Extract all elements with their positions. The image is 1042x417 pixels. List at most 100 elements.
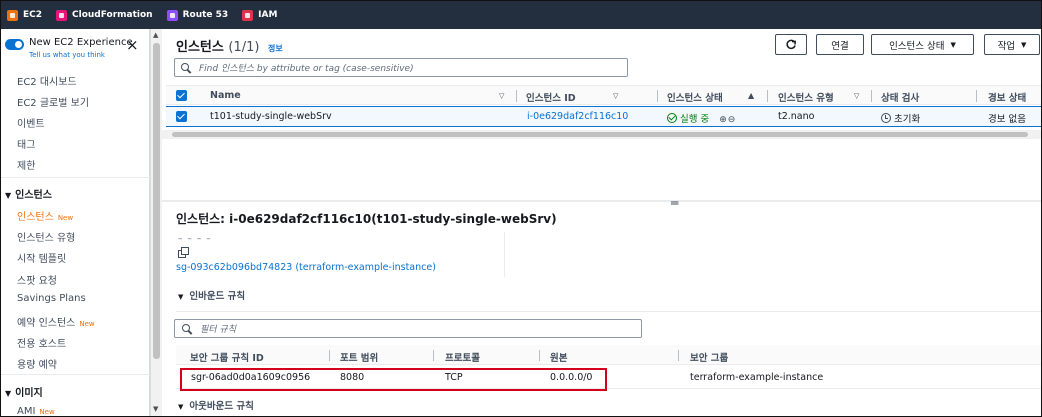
status-check-cell: 초기화 <box>881 111 920 125</box>
connect-label: 연결 <box>831 40 849 52</box>
sidebar-section-instances[interactable]: ▼ 인스턴스 <box>5 186 52 201</box>
sort-ascending-icon[interactable]: ▲ <box>748 91 754 100</box>
detail-title: 인스턴스: i-0e629daf2cf116c10(t101-study-sin… <box>176 212 557 226</box>
rules-filter-input[interactable]: 필터 규칙 <box>174 319 642 338</box>
sidebar-item-launch-templates[interactable]: 시작 템플릿 <box>17 250 66 265</box>
column-separator[interactable] <box>433 350 434 361</box>
instance-state-label: 인스턴스 상태 <box>889 40 945 52</box>
placeholder-dash: – – – – <box>178 234 212 244</box>
column-label: 경보 상태 <box>988 93 1027 104</box>
sidebar-item-instances[interactable]: 인스턴스 New <box>17 208 73 223</box>
iam-icon <box>242 9 254 21</box>
sort-icon[interactable]: ▽ <box>854 92 859 100</box>
item-label: AMI <box>17 406 36 417</box>
sidebar-item-savings-plans[interactable]: Savings Plans <box>17 293 86 304</box>
sidebar-item-global-view[interactable]: EC2 글로벌 보기 <box>17 94 89 109</box>
new-experience-title: New EC2 Experience <box>29 37 133 48</box>
column-port-range[interactable]: 포트 범위 <box>340 350 378 364</box>
scrollbar-thumb[interactable] <box>172 132 1028 137</box>
inbound-rules-header[interactable]: ▼ 인바운드 규칙 <box>178 288 245 302</box>
drag-handle-icon[interactable]: ═ <box>671 197 678 209</box>
row-checkbox[interactable] <box>176 111 187 122</box>
alarm-status-cell: 경보 없음 <box>988 114 1026 125</box>
sidebar-section-images[interactable]: ▼ 이미지 <box>5 384 43 399</box>
column-separator[interactable] <box>657 90 658 102</box>
sidebar-item-dashboard[interactable]: EC2 대시보드 <box>17 73 77 88</box>
favorite-label: CloudFormation <box>72 10 153 20</box>
column-protocol[interactable]: 프로토콜 <box>445 350 480 364</box>
new-badge: New <box>57 214 74 222</box>
scrollbar-thumb[interactable] <box>153 43 160 359</box>
column-rule-id[interactable]: 보안 그룹 규칙 ID <box>190 350 264 364</box>
table-horizontal-scrollbar[interactable] <box>162 130 1041 139</box>
column-separator[interactable] <box>539 350 540 361</box>
sidebar-divider <box>1 177 150 178</box>
check-circle-icon <box>667 113 677 123</box>
scroll-down-icon[interactable]: ▼ <box>153 405 158 413</box>
column-separator[interactable] <box>329 350 330 361</box>
sidebar-item-instance-types[interactable]: 인스턴스 유형 <box>17 229 75 244</box>
favorite-route53[interactable]: Route 53 <box>166 9 228 21</box>
sidebar-item-limits[interactable]: 제한 <box>17 157 35 172</box>
favorite-iam[interactable]: IAM <box>242 9 277 21</box>
zoom-in-icon[interactable]: ⊕ <box>719 115 727 125</box>
column-separator[interactable] <box>516 90 517 102</box>
sidebar-item-capacity-reservations[interactable]: 용량 예약 <box>17 356 57 371</box>
sort-icon[interactable]: ▽ <box>613 92 618 100</box>
column-separator[interactable] <box>871 90 872 102</box>
outbound-rules-header[interactable]: ▼ 아웃바운드 규칙 <box>178 398 254 412</box>
scroll-up-icon[interactable]: ▲ <box>153 31 158 39</box>
column-label: 인스턴스 ID <box>526 93 576 104</box>
sidebar-item-ami[interactable]: AMI New <box>17 406 55 417</box>
instance-type-cell: t2.nano <box>778 111 815 122</box>
feedback-link[interactable]: Tell us what you think <box>29 51 105 59</box>
highlight-annotation-box <box>180 368 607 391</box>
instance-count: (1/1) <box>228 40 260 55</box>
sidebar-item-dedicated-hosts[interactable]: 전용 호스트 <box>17 335 66 350</box>
column-separator[interactable] <box>767 90 768 102</box>
table-row[interactable]: t101-study-single-webSrv i-0e629daf2cf11… <box>166 106 1041 127</box>
close-icon[interactable]: × <box>126 38 139 53</box>
sort-icon[interactable]: ▽ <box>499 92 504 100</box>
page-title: 인스턴스 (1/1) 정보 <box>176 36 283 55</box>
column-separator[interactable] <box>976 90 977 102</box>
split-panel-divider[interactable] <box>162 200 1041 202</box>
select-all-checkbox[interactable] <box>176 90 187 101</box>
item-label: 예약 인스턴스 <box>17 318 76 329</box>
refresh-icon <box>786 39 797 49</box>
info-link[interactable]: 정보 <box>268 44 283 53</box>
sidebar-item-spot-requests[interactable]: 스팟 요청 <box>17 272 57 287</box>
column-instance-type[interactable]: 인스턴스 유형 <box>778 90 834 104</box>
filter-placeholder: 필터 규칙 <box>200 325 236 335</box>
section-label: 인스턴스 <box>15 190 52 201</box>
favorite-cloudformation[interactable]: CloudFormation <box>56 9 153 21</box>
sidebar-item-tags[interactable]: 태그 <box>17 136 35 151</box>
zoom-out-icon[interactable]: ⊖ <box>728 115 736 125</box>
connect-button[interactable]: 연결 <box>816 34 864 55</box>
column-security-group[interactable]: 보안 그룹 <box>690 350 728 364</box>
column-status-check[interactable]: 상태 검사 <box>881 90 919 104</box>
security-group-link[interactable]: sg-093c62b096bd74823 (terraform-example-… <box>176 262 436 273</box>
sidebar: New EC2 Experience Tell us what you thin… <box>1 29 150 417</box>
column-source[interactable]: 원본 <box>550 350 567 364</box>
sidebar-item-events[interactable]: 이벤트 <box>17 115 45 130</box>
column-instance-id[interactable]: 인스턴스 ID <box>526 90 576 104</box>
column-name[interactable]: Name <box>210 90 241 101</box>
favorite-ec2[interactable]: EC2 <box>7 9 42 21</box>
instance-id-link[interactable]: i-0e629daf2cf116c10 <box>527 111 628 122</box>
actions-button[interactable]: 작업 ▼ <box>984 34 1040 55</box>
column-divider <box>504 232 505 277</box>
new-experience-toggle[interactable] <box>5 39 24 50</box>
column-separator[interactable] <box>678 350 679 361</box>
instance-search-input[interactable]: Find 인스턴스 by attribute or tag (case-sens… <box>174 58 628 77</box>
sidebar-item-reserved-instances[interactable]: 예약 인스턴스 New <box>17 314 95 329</box>
copy-icon[interactable] <box>178 247 189 258</box>
instance-state-button[interactable]: 인스턴스 상태 ▼ <box>871 34 974 55</box>
column-instance-state[interactable]: 인스턴스 상태 <box>667 90 723 104</box>
caret-down-icon: ▼ <box>5 191 12 200</box>
sidebar-scrollbar[interactable]: ▲ ▼ <box>150 29 162 416</box>
new-badge: New <box>39 408 55 416</box>
refresh-button[interactable] <box>775 34 807 55</box>
column-alarm-status[interactable]: 경보 상태 <box>988 90 1026 104</box>
caret-down-icon: ▼ <box>178 293 184 301</box>
